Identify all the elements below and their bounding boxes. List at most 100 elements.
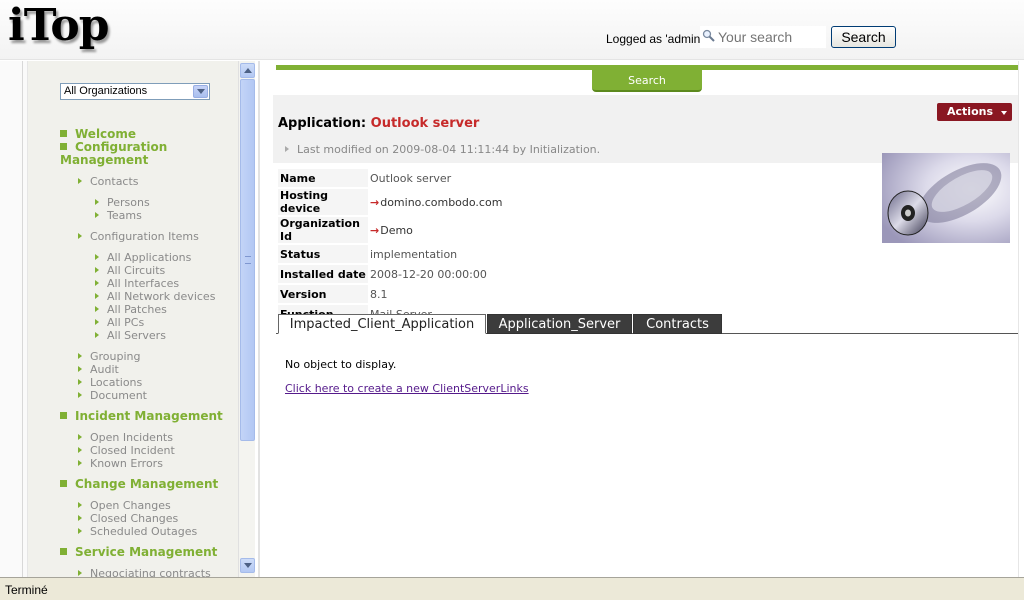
caret-down-icon xyxy=(1001,111,1007,115)
organization-id-value[interactable]: →Demo xyxy=(368,217,538,243)
bullet-triangle-icon xyxy=(95,306,99,312)
organization-select[interactable]: All Organizations xyxy=(60,83,210,100)
detail-row: Version 8.1 xyxy=(278,285,538,303)
scroll-down-icon[interactable] xyxy=(240,558,255,573)
detail-row: Installed date 2008-12-20 00:00:00 xyxy=(278,265,538,283)
bullet-square-icon xyxy=(60,412,67,419)
menu-open-changes[interactable]: Open Changes xyxy=(78,499,171,512)
bullet-triangle-icon xyxy=(78,515,82,521)
bullet-triangle-icon xyxy=(78,447,82,453)
menu-audit[interactable]: Audit xyxy=(78,363,119,376)
tab-application-server[interactable]: Application_Server xyxy=(487,314,632,334)
menu-closed-incident[interactable]: Closed Incident xyxy=(78,444,175,457)
link-arrow-icon: → xyxy=(370,195,380,209)
menu-known-errors[interactable]: Known Errors xyxy=(78,457,163,470)
menu-open-incidents[interactable]: Open Incidents xyxy=(78,431,173,444)
menu-closed-changes[interactable]: Closed Changes xyxy=(78,512,178,525)
scrollbar-thumb[interactable] xyxy=(240,79,255,441)
bullet-square-icon xyxy=(60,480,67,487)
menu-teams[interactable]: Teams xyxy=(95,209,142,222)
bullet-triangle-icon xyxy=(78,392,82,398)
menu-persons[interactable]: Persons xyxy=(95,196,150,209)
detail-row: Name Outlook server xyxy=(278,169,538,187)
menu-locations[interactable]: Locations xyxy=(78,376,142,389)
page-title: Application: Outlook server xyxy=(278,116,479,131)
hosting-device-value[interactable]: →domino.combodo.com xyxy=(368,189,538,215)
menu-configuration-items[interactable]: Configuration Items xyxy=(78,230,199,243)
installed-date-label: Installed date xyxy=(278,265,368,283)
browser-status-bar: Terminé xyxy=(0,577,1024,600)
create-clientserverlinks-link[interactable]: Click here to create a new ClientServerL… xyxy=(285,382,529,395)
search-icon xyxy=(702,29,715,42)
detail-row: Organization Id →Demo xyxy=(278,217,538,243)
bullet-triangle-icon xyxy=(78,178,82,184)
bullet-square-icon xyxy=(60,130,67,137)
details-table: Name Outlook server Hosting device →domi… xyxy=(278,167,538,325)
logged-as-label: Logged as 'admin' xyxy=(606,32,703,46)
scroll-up-icon[interactable] xyxy=(240,63,255,78)
bullet-triangle-icon xyxy=(78,528,82,534)
bullet-triangle-icon xyxy=(78,434,82,440)
menu-grouping[interactable]: Grouping xyxy=(78,350,141,363)
menu-configuration-management-line2[interactable]: Management xyxy=(60,154,148,167)
menu-all-applications[interactable]: All Applications xyxy=(95,251,191,264)
menu-all-network-devices[interactable]: All Network devices xyxy=(95,290,215,303)
menu-change-management[interactable]: Change Management xyxy=(60,478,218,491)
bullet-triangle-icon xyxy=(78,379,82,385)
sidebar-scrollbar[interactable] xyxy=(238,61,255,577)
bullet-square-icon xyxy=(60,548,67,555)
status-text: Terminé xyxy=(5,583,48,597)
detail-row: Status implementation xyxy=(278,245,538,263)
search-drawer-tab[interactable]: Search xyxy=(592,70,702,92)
bullet-triangle-icon xyxy=(78,233,82,239)
last-modified: Last modified on 2009-08-04 11:11:44 by … xyxy=(285,143,600,156)
menu-all-servers[interactable]: All Servers xyxy=(95,329,166,342)
left-pane-strip xyxy=(0,61,28,577)
menu-contacts[interactable]: Contacts xyxy=(78,175,139,188)
name-label: Name xyxy=(278,169,368,187)
name-value: Outlook server xyxy=(368,169,538,187)
object-name: Outlook server xyxy=(370,116,480,131)
actions-button[interactable]: Actions xyxy=(937,103,1012,121)
detail-row: Hosting device →domino.combodo.com xyxy=(278,189,538,215)
bullet-triangle-icon xyxy=(95,293,99,299)
bullet-triangle-icon xyxy=(78,502,82,508)
bullet-triangle-icon xyxy=(78,460,82,466)
organization-select-value: All Organizations xyxy=(64,85,148,97)
header: iTop Logged as 'admin' Search xyxy=(0,0,1024,60)
object-class-label: Application: xyxy=(278,116,371,131)
cd-disc-icon xyxy=(882,153,1010,243)
menu-incident-management[interactable]: Incident Management xyxy=(60,410,223,423)
search-input[interactable] xyxy=(716,27,826,47)
menu-service-management[interactable]: Service Management xyxy=(60,546,217,559)
organization-id-label: Organization Id xyxy=(278,217,368,243)
sidebar-menu: All Organizations Welcome Configuration … xyxy=(28,61,238,577)
bullet-triangle-icon xyxy=(285,146,289,152)
pane-divider[interactable] xyxy=(258,61,260,577)
menu-scheduled-outages[interactable]: Scheduled Outages xyxy=(78,525,197,538)
menu-negotiating-contracts[interactable]: Negociating contracts xyxy=(78,567,211,577)
right-edge-divider xyxy=(1018,61,1019,577)
menu-all-interfaces[interactable]: All Interfaces xyxy=(95,277,179,290)
bullet-triangle-icon xyxy=(78,353,82,359)
chevron-down-icon[interactable] xyxy=(193,85,208,98)
bullet-triangle-icon xyxy=(95,332,99,338)
no-object-message: No object to display. xyxy=(285,358,397,371)
tab-impacted-client-application[interactable]: Impacted_Client_Application xyxy=(278,314,486,334)
menu-all-patches[interactable]: All Patches xyxy=(95,303,167,316)
version-value: 8.1 xyxy=(368,285,538,303)
bullet-triangle-icon xyxy=(95,199,99,205)
installed-date-value: 2008-12-20 00:00:00 xyxy=(368,265,538,283)
itop-logo[interactable]: iTop xyxy=(8,0,110,51)
menu-all-pcs[interactable]: All PCs xyxy=(95,316,144,329)
bullet-square-icon xyxy=(60,143,67,150)
bullet-triangle-icon xyxy=(78,570,82,576)
menu-all-circuits[interactable]: All Circuits xyxy=(95,264,165,277)
status-value: implementation xyxy=(368,245,538,263)
tab-contracts[interactable]: Contracts xyxy=(633,314,722,334)
search-button[interactable]: Search xyxy=(831,26,896,48)
version-label: Version xyxy=(278,285,368,303)
bullet-triangle-icon xyxy=(78,366,82,372)
status-label: Status xyxy=(278,245,368,263)
menu-document[interactable]: Document xyxy=(78,389,147,402)
